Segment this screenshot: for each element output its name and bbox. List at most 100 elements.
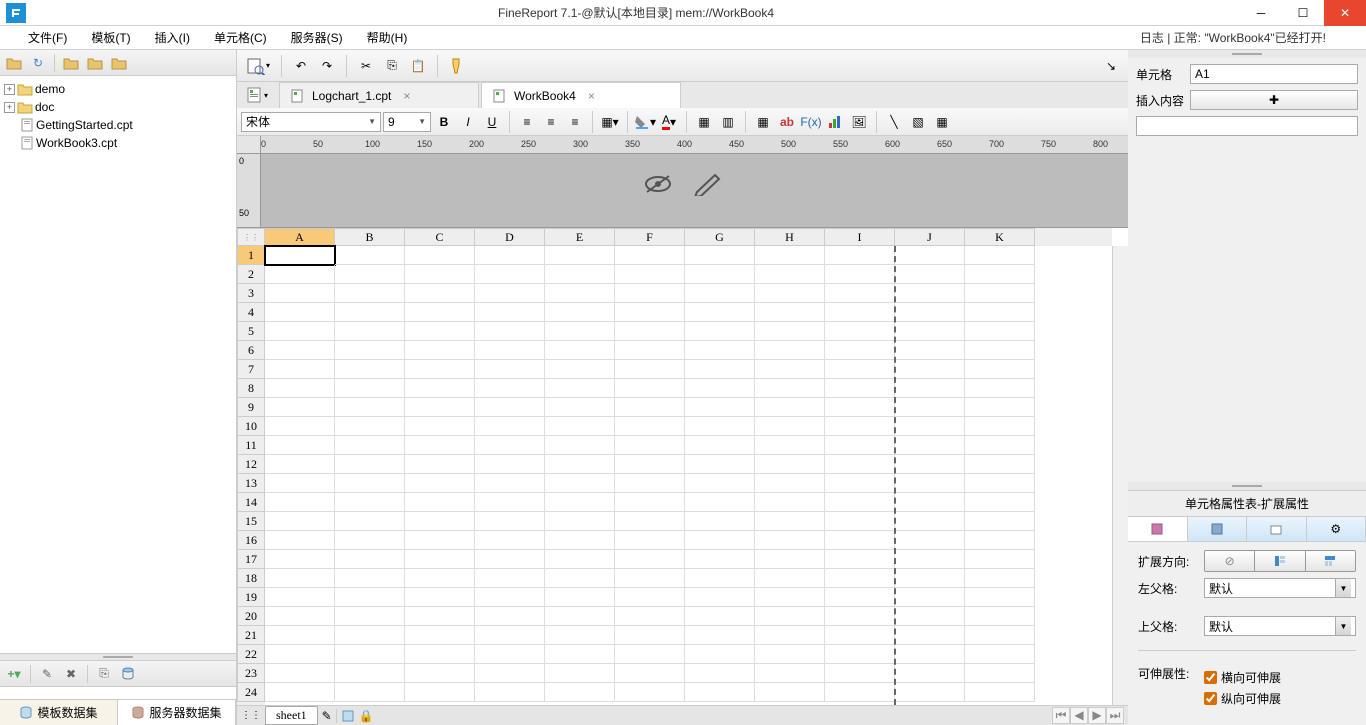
cell[interactable]	[825, 683, 895, 702]
border-icon[interactable]: ▦▾	[599, 111, 621, 133]
cell[interactable]	[475, 512, 545, 531]
cell[interactable]	[895, 550, 965, 569]
cell[interactable]	[405, 493, 475, 512]
font-size-select[interactable]: 9▼	[383, 112, 431, 132]
cell[interactable]	[965, 683, 1035, 702]
row-header[interactable]: 22	[237, 645, 265, 664]
cell[interactable]	[335, 588, 405, 607]
edit-pen-icon[interactable]	[693, 172, 723, 196]
cell[interactable]	[545, 341, 615, 360]
cell[interactable]	[685, 664, 755, 683]
cell[interactable]	[615, 493, 685, 512]
cell[interactable]	[895, 379, 965, 398]
cell[interactable]	[405, 531, 475, 550]
cell[interactable]	[475, 398, 545, 417]
row-header[interactable]: 11	[237, 436, 265, 455]
hide-icon[interactable]	[643, 172, 673, 196]
cell[interactable]	[755, 664, 825, 683]
cell[interactable]	[825, 398, 895, 417]
delete-icon[interactable]: ✖	[63, 666, 79, 682]
tree-folder[interactable]: +demo	[2, 80, 234, 98]
cell[interactable]	[545, 417, 615, 436]
cell[interactable]	[965, 664, 1035, 683]
cell[interactable]	[895, 455, 965, 474]
cell[interactable]	[685, 531, 755, 550]
cell[interactable]	[755, 645, 825, 664]
tab-close-icon[interactable]: ×	[584, 89, 599, 103]
cell[interactable]	[265, 436, 335, 455]
edit-icon[interactable]: ✎	[39, 666, 55, 682]
cell[interactable]	[825, 303, 895, 322]
cell[interactable]	[405, 474, 475, 493]
tab-server-dataset[interactable]: 服务器数据集	[118, 700, 236, 725]
add-sheet-icon[interactable]: ✎	[322, 709, 332, 723]
cell[interactable]	[825, 474, 895, 493]
cell[interactable]	[685, 645, 755, 664]
paste-icon[interactable]: 📋	[407, 55, 429, 77]
preview-icon[interactable]: ▾	[243, 55, 273, 77]
cell[interactable]	[895, 683, 965, 702]
cell[interactable]	[615, 474, 685, 493]
sheet-last-icon[interactable]: ⏭	[1106, 707, 1124, 724]
cell[interactable]	[475, 455, 545, 474]
cell[interactable]	[545, 569, 615, 588]
row-header[interactable]: 1	[237, 246, 265, 265]
cell[interactable]	[825, 379, 895, 398]
cell[interactable]	[335, 436, 405, 455]
cell[interactable]	[545, 512, 615, 531]
cell[interactable]	[615, 436, 685, 455]
cell[interactable]	[335, 474, 405, 493]
insert-text-icon[interactable]: ab	[776, 111, 798, 133]
add-dataset-icon[interactable]: +▾	[6, 666, 22, 682]
column-header[interactable]: E	[545, 228, 615, 246]
cell[interactable]	[405, 284, 475, 303]
cell[interactable]	[265, 664, 335, 683]
cell[interactable]	[475, 531, 545, 550]
cell[interactable]	[755, 379, 825, 398]
tab-close-icon[interactable]: ×	[399, 89, 414, 103]
cell[interactable]	[825, 531, 895, 550]
cell[interactable]	[335, 379, 405, 398]
cell[interactable]	[475, 379, 545, 398]
tree-folder[interactable]: +doc	[2, 98, 234, 116]
cell[interactable]	[825, 645, 895, 664]
row-header[interactable]: 8	[237, 379, 265, 398]
cell[interactable]	[755, 341, 825, 360]
cell[interactable]	[895, 569, 965, 588]
cell[interactable]	[685, 607, 755, 626]
cell[interactable]	[965, 284, 1035, 303]
cell[interactable]	[825, 664, 895, 683]
cell[interactable]	[615, 284, 685, 303]
cell[interactable]	[825, 265, 895, 284]
cell[interactable]	[265, 322, 335, 341]
cell[interactable]	[545, 303, 615, 322]
cell[interactable]	[265, 607, 335, 626]
cell[interactable]	[405, 360, 475, 379]
cell[interactable]	[335, 645, 405, 664]
cell[interactable]	[685, 683, 755, 702]
cell[interactable]	[545, 398, 615, 417]
format-brush-icon[interactable]	[446, 55, 468, 77]
cell[interactable]	[545, 474, 615, 493]
cell[interactable]	[895, 284, 965, 303]
cell[interactable]	[685, 303, 755, 322]
cell[interactable]	[475, 265, 545, 284]
align-right-icon[interactable]: ≡	[564, 111, 586, 133]
row-header[interactable]: 15	[237, 512, 265, 531]
expand-icon[interactable]: +	[4, 84, 15, 95]
cell[interactable]	[895, 398, 965, 417]
cell[interactable]	[615, 626, 685, 645]
cell[interactable]	[685, 455, 755, 474]
fill-color-icon[interactable]: ▾	[634, 111, 656, 133]
cell[interactable]	[405, 417, 475, 436]
cell[interactable]	[405, 303, 475, 322]
folder3-icon[interactable]	[111, 55, 127, 71]
cell[interactable]	[475, 626, 545, 645]
cell[interactable]	[895, 303, 965, 322]
cell[interactable]	[615, 379, 685, 398]
cell[interactable]	[755, 512, 825, 531]
cell[interactable]	[265, 265, 335, 284]
cell[interactable]	[825, 512, 895, 531]
cell[interactable]	[475, 569, 545, 588]
cell[interactable]	[965, 626, 1035, 645]
